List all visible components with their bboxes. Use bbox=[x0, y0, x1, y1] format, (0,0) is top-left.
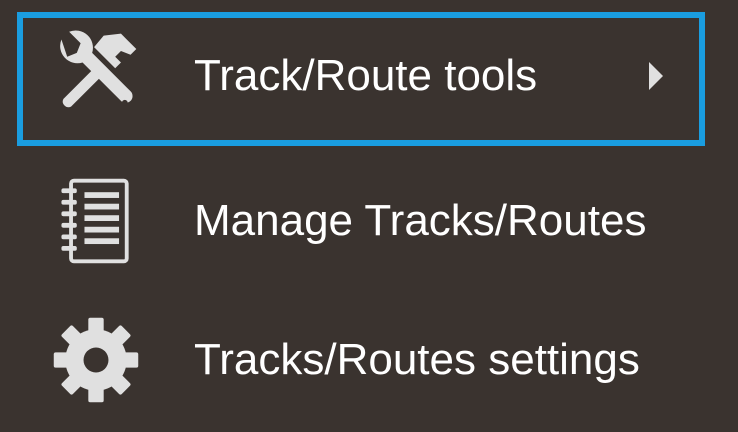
menu-item-tracks-routes-settings[interactable]: Tracks/Routes settings bbox=[0, 288, 738, 430]
submenu-arrow-icon bbox=[649, 62, 663, 90]
menu-item-label: Track/Route tools bbox=[194, 51, 538, 100]
context-menu: Track/Route tools Manage Tracks/Routes T… bbox=[0, 0, 738, 432]
gear-icon bbox=[53, 317, 139, 403]
menu-item-manage-tracks-routes[interactable]: Manage Tracks/Routes bbox=[0, 146, 738, 288]
notebook-icon bbox=[61, 178, 129, 264]
menu-item-label: Tracks/Routes settings bbox=[194, 335, 640, 384]
menu-item-label: Manage Tracks/Routes bbox=[194, 196, 647, 245]
menu-item-track-route-tools[interactable]: Track/Route tools bbox=[0, 4, 738, 146]
tools-icon bbox=[60, 30, 137, 108]
